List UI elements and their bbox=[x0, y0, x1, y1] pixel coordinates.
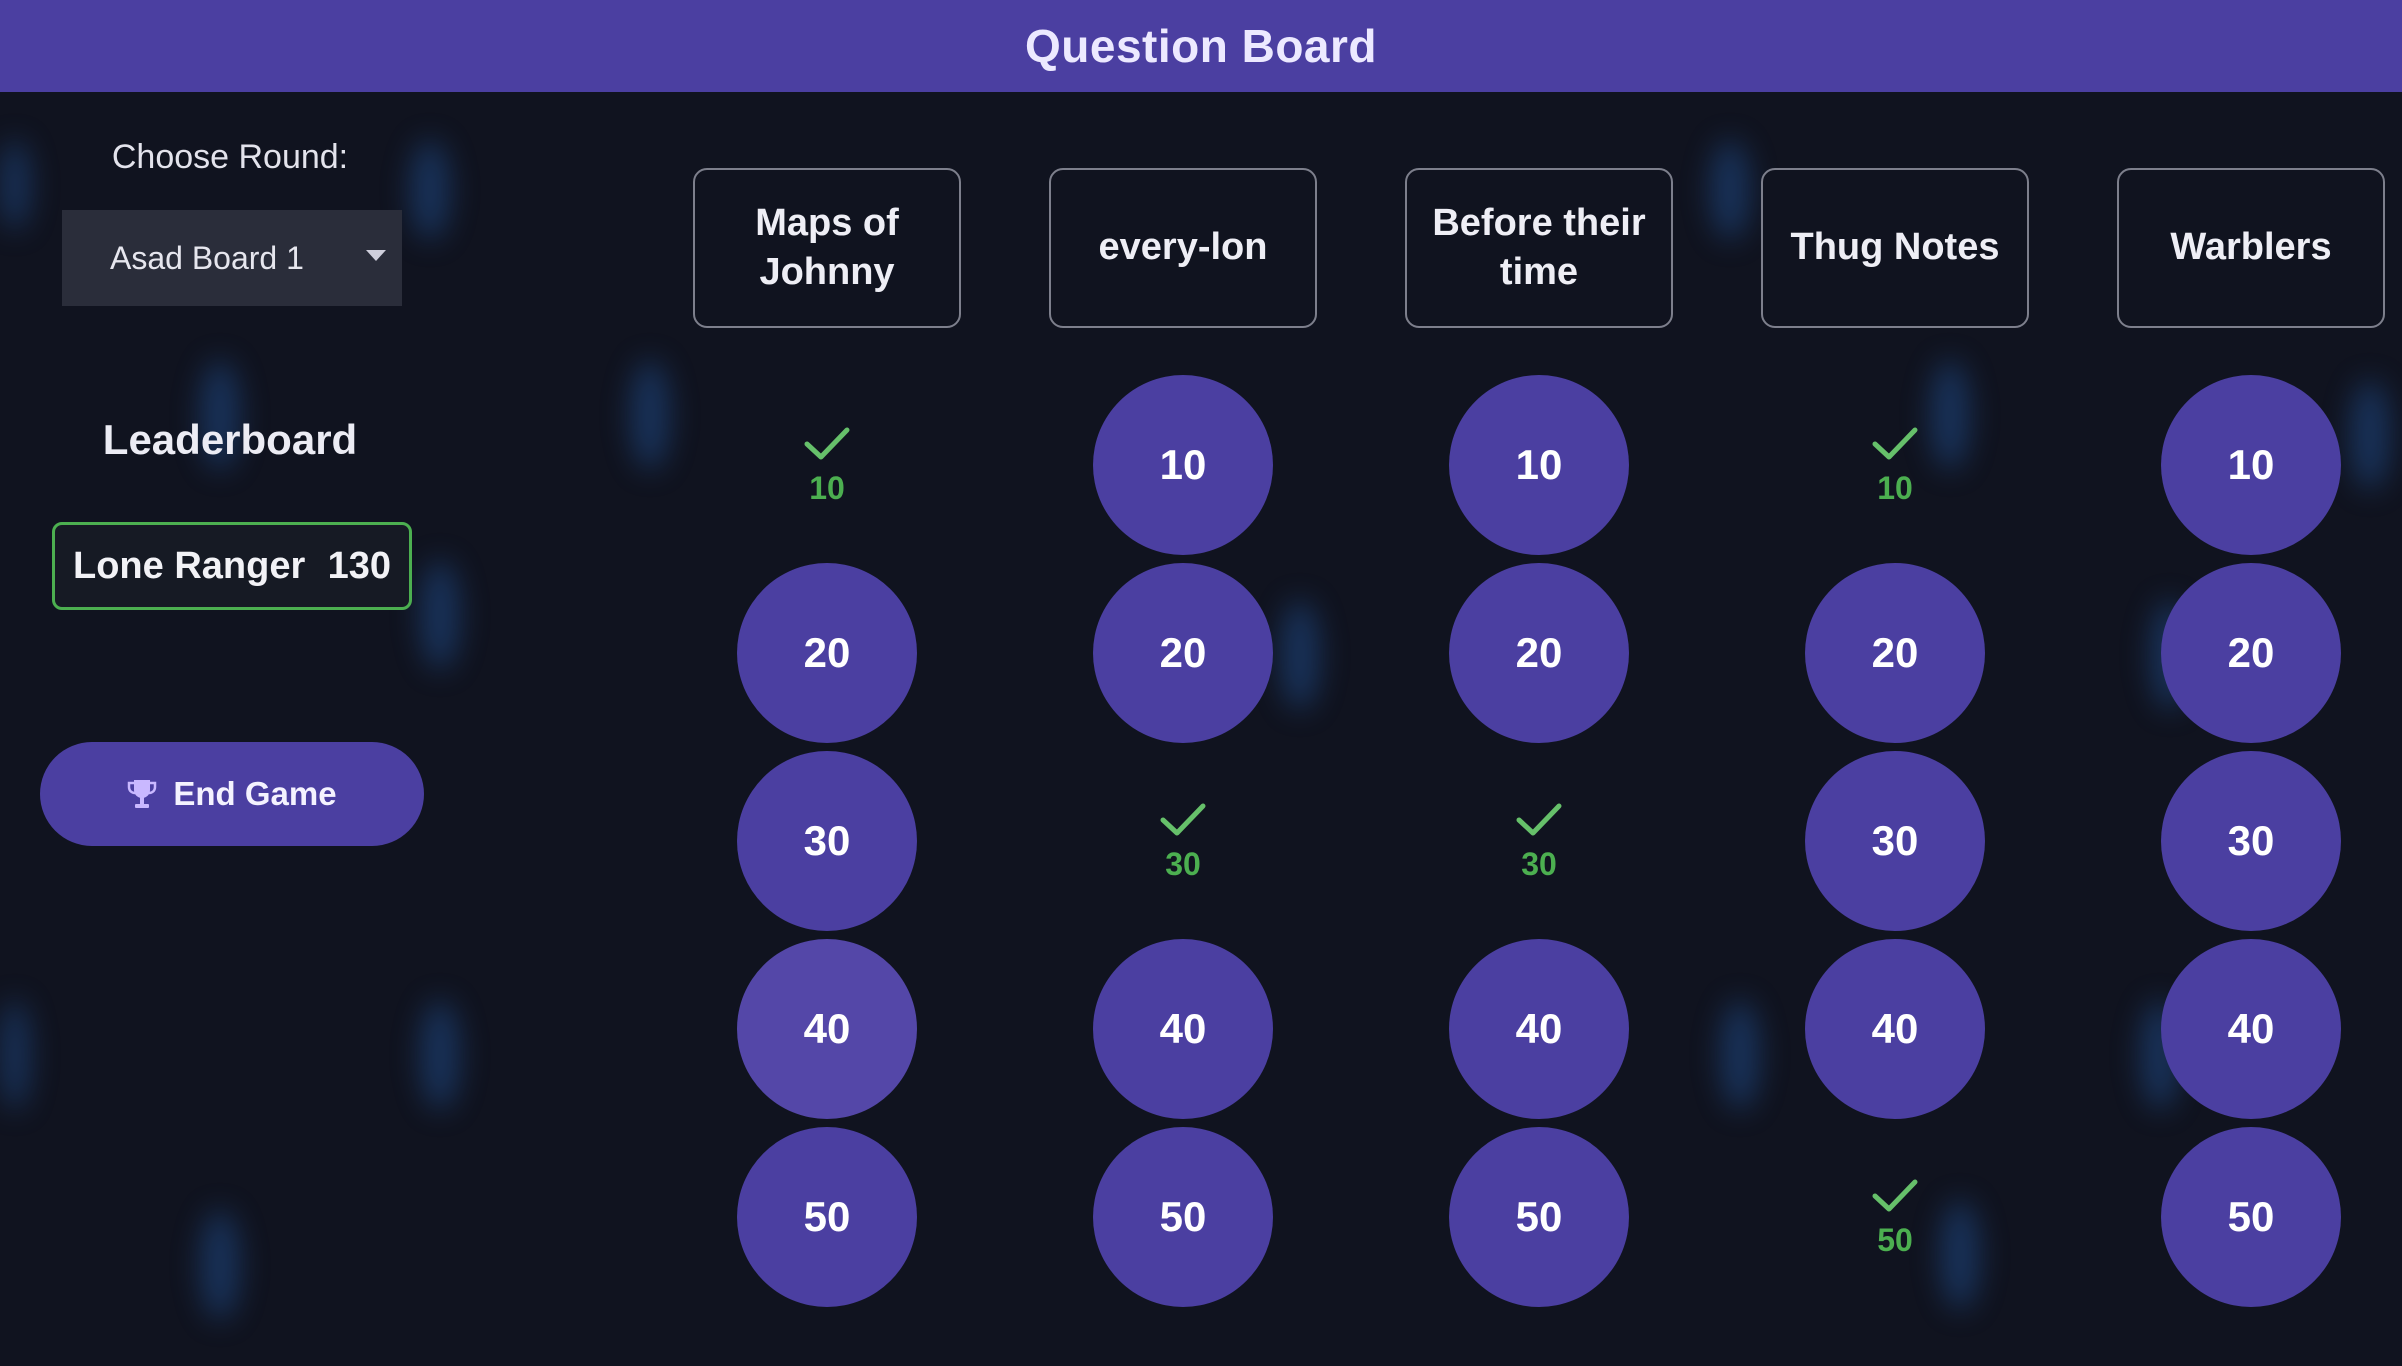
answered-question-cell: 30 bbox=[1093, 751, 1273, 931]
question-button[interactable]: 20 bbox=[2161, 563, 2341, 743]
question-button[interactable]: 20 bbox=[1449, 563, 1629, 743]
answered-question-cell: 10 bbox=[1805, 375, 1985, 555]
checkmark-icon bbox=[1160, 803, 1206, 835]
checkmark-icon bbox=[1872, 427, 1918, 459]
checkmark-icon bbox=[1516, 803, 1562, 835]
question-button[interactable]: 10 bbox=[1093, 375, 1273, 555]
question-button[interactable]: 20 bbox=[1805, 563, 1985, 743]
category-header: Warblers bbox=[2117, 168, 2385, 328]
answered-question-cell: 10 bbox=[737, 375, 917, 555]
answered-question-cell: 30 bbox=[1449, 751, 1629, 931]
question-button[interactable]: 50 bbox=[1093, 1127, 1273, 1307]
end-game-button[interactable]: End Game bbox=[40, 742, 424, 846]
question-button[interactable]: 40 bbox=[2161, 939, 2341, 1119]
choose-round-label: Choose Round: bbox=[111, 138, 349, 176]
round-select-value: Asad Board 1 bbox=[110, 239, 304, 276]
page-title: Question Board bbox=[1024, 20, 1378, 72]
checkmark-icon bbox=[804, 427, 850, 459]
category-header: every-lon bbox=[1049, 168, 1317, 328]
question-button[interactable]: 50 bbox=[2161, 1127, 2341, 1307]
question-button[interactable]: 40 bbox=[1093, 939, 1273, 1119]
category-header: Maps of Johnny bbox=[693, 168, 961, 328]
end-game-label: End Game bbox=[173, 775, 337, 812]
question-button[interactable]: 20 bbox=[1093, 563, 1273, 743]
category-header: Before their time bbox=[1405, 168, 1673, 328]
round-select[interactable]: Asad Board 1 bbox=[62, 210, 402, 306]
category-header: Thug Notes bbox=[1761, 168, 2029, 328]
question-button[interactable]: 30 bbox=[1805, 751, 1985, 931]
leaderboard-title: Leaderboard bbox=[102, 416, 358, 463]
question-button[interactable]: 30 bbox=[2161, 751, 2341, 931]
question-button[interactable]: 20 bbox=[737, 563, 917, 743]
chevron-down-icon bbox=[366, 250, 386, 261]
answered-question-cell: 50 bbox=[1805, 1127, 1985, 1307]
answered-value: 10 bbox=[1877, 469, 1913, 506]
answered-value: 30 bbox=[1521, 845, 1557, 882]
answered-value: 50 bbox=[1877, 1221, 1913, 1258]
answered-value: 30 bbox=[1165, 845, 1201, 882]
question-button[interactable]: 40 bbox=[737, 939, 917, 1119]
player-name: Lone Ranger bbox=[73, 544, 306, 587]
sidebar: Choose Round: Asad Board 1 Leaderboard L… bbox=[0, 92, 460, 1366]
leaderboard-entry: Lone Ranger 130 bbox=[52, 522, 412, 610]
question-button[interactable]: 40 bbox=[1805, 939, 1985, 1119]
trophy-icon bbox=[128, 780, 157, 808]
checkmark-icon bbox=[1872, 1179, 1918, 1211]
question-button[interactable]: 50 bbox=[1449, 1127, 1629, 1307]
top-bar: Question Board bbox=[0, 0, 2402, 92]
answered-value: 10 bbox=[809, 469, 845, 506]
question-button[interactable]: 30 bbox=[737, 751, 917, 931]
question-button[interactable]: 10 bbox=[1449, 375, 1629, 555]
question-button[interactable]: 50 bbox=[737, 1127, 917, 1307]
question-button[interactable]: 40 bbox=[1449, 939, 1629, 1119]
player-score: 130 bbox=[327, 544, 391, 587]
question-button[interactable]: 10 bbox=[2161, 375, 2341, 555]
